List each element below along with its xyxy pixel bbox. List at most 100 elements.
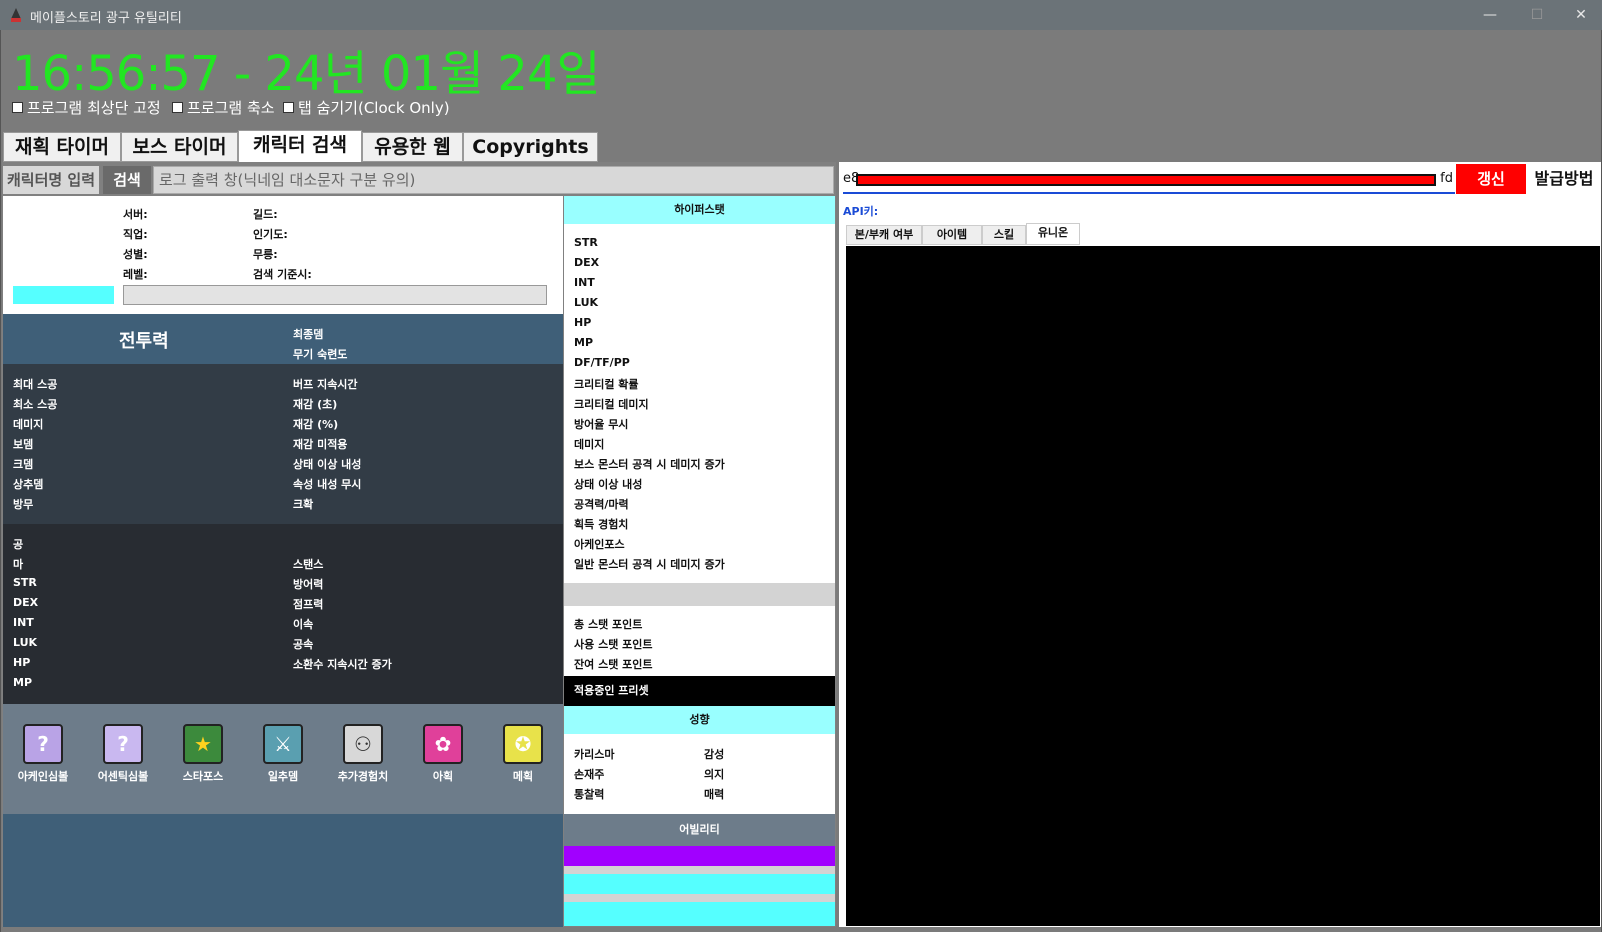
server-label: 서버: (123, 208, 148, 221)
stat-points-item: 총 스탯 포인트 (574, 618, 643, 631)
stat-points-item: 사용 스탯 포인트 (574, 638, 653, 651)
active-preset-bar: 적용중인 프리셋 (564, 676, 835, 706)
drop-icon[interactable]: ✿ (423, 724, 463, 764)
stat-label: MP (13, 676, 33, 689)
hyper-stat-item: 아케인포스 (574, 538, 625, 551)
redacted-key-bar (856, 174, 1436, 186)
starforce-icon[interactable]: ★ (183, 724, 223, 764)
log-output: 로그 출력 창(닉네임 대소문자 구분 유의) (153, 166, 834, 194)
stat-label: LUK (13, 636, 38, 649)
authentic-symbol-icon[interactable]: ? (103, 724, 143, 764)
hide-tabs-checkbox[interactable]: 탭 숨기기(Clock Only) (283, 97, 450, 118)
middle-divider (564, 583, 835, 606)
how-to-issue-button[interactable]: 발급방법 (1527, 164, 1601, 194)
hyper-stat-item: 방어율 무시 (574, 418, 629, 431)
checkbox-box[interactable] (283, 102, 294, 113)
tab-boss-timer[interactable]: 보스 타이머 (121, 132, 238, 162)
sword-icon[interactable]: ⚔ (263, 724, 303, 764)
hyper-stat-item: 크리티컬 데미지 (574, 398, 649, 411)
stat-label: 공 (13, 538, 24, 551)
basic-stats-panel (3, 524, 563, 704)
stat-label: 상태 이상 내성 (293, 458, 362, 471)
tab-main-sub-character[interactable]: 본/부캐 여부 (846, 225, 922, 245)
ability-line-2 (564, 874, 835, 894)
job-label: 직업: (123, 228, 148, 241)
stat-label: 재감 (%) (293, 418, 339, 431)
stat-label: 크뎀 (13, 458, 34, 471)
stat-label: 속성 내성 무시 (293, 478, 362, 491)
stat-label: 스탠스 (293, 558, 324, 571)
checkbox-box[interactable] (12, 102, 23, 113)
stat-label: 소환수 지속시간 증가 (293, 658, 392, 671)
clock-display: 16:56:57 - 24년 01월 24일 (12, 46, 601, 102)
checkbox-box[interactable] (172, 102, 183, 113)
shrink-label: 프로그램 축소 (187, 99, 275, 117)
hyper-stat-item: LUK (574, 296, 599, 309)
avatar-placeholder (13, 286, 114, 304)
exp-bonus-icon[interactable]: ⚇ (343, 724, 383, 764)
character-name-input[interactable]: 캐릭터명 입력 (3, 166, 99, 194)
meso-label: 메획 (512, 770, 534, 783)
icon-glyph: ? (117, 732, 129, 756)
stat-label: 마 (13, 558, 24, 571)
hyper-stat-item: DF/TF/PP (574, 356, 630, 369)
stat-label: 재감 미적용 (293, 438, 348, 451)
gender-label: 성별: (123, 248, 148, 261)
arcane-symbol-label: 아케인심볼 (17, 770, 69, 783)
tab-useful-web[interactable]: 유용한 웹 (362, 132, 463, 162)
icon-glyph: ★ (194, 732, 212, 756)
tab-items[interactable]: 아이템 (922, 225, 982, 245)
dojang-label: 무릉: (253, 248, 278, 261)
hyper-stat-item: STR (574, 236, 598, 249)
exp-bonus-label: 추가경험치 (337, 770, 389, 783)
api-key-label: API키: (843, 205, 879, 218)
stat-label: 재감 (초) (293, 398, 338, 411)
starforce-label: 스타포스 (182, 770, 224, 783)
hyper-stat-item: 일반 몬스터 공격 시 데미지 증가 (574, 558, 725, 571)
stat-label: 최소 스공 (13, 398, 58, 411)
refresh-button[interactable]: 갱신 (1456, 164, 1526, 194)
final-damage-label: 최종뎀 (293, 328, 324, 341)
popularity-label: 인기도: (253, 228, 288, 241)
stat-label: INT (13, 616, 34, 629)
tab-copyrights[interactable]: Copyrights (463, 132, 598, 162)
title-bar: 메이플스토리 광구 유틸리티 — ☐ ✕ (0, 0, 1602, 30)
meso-icon[interactable]: ✪ (503, 724, 543, 764)
trait-item: 카리스마 (574, 748, 615, 761)
stat-label: 공속 (293, 638, 314, 651)
close-button[interactable]: ✕ (1558, 4, 1602, 26)
stat-label: 상추뎀 (13, 478, 44, 491)
icon-glyph: ⚇ (354, 732, 372, 756)
tab-skills[interactable]: 스킬 (982, 225, 1026, 245)
trait-item: 통찰력 (574, 788, 605, 801)
hyper-stat-item: MP (574, 336, 594, 349)
maximize-button[interactable]: ☐ (1514, 4, 1560, 26)
icon-glyph: ✪ (514, 732, 532, 756)
stat-label: 방어력 (293, 578, 324, 591)
left-bottom-panel (3, 814, 563, 927)
sword-label: 일추뎀 (267, 770, 299, 783)
trait-item: 감성 (704, 748, 725, 761)
arcane-symbol-icon[interactable]: ? (23, 724, 63, 764)
guild-label: 길드: (253, 208, 278, 221)
stat-label: 크확 (293, 498, 314, 511)
tab-farming-timer[interactable]: 재획 타이머 (3, 132, 121, 162)
minimize-button[interactable]: — (1467, 4, 1513, 26)
icon-glyph: ✿ (434, 732, 452, 756)
tab-character-search[interactable]: 캐릭터 검색 (238, 130, 362, 162)
always-on-top-checkbox[interactable]: 프로그램 최상단 고정 (12, 97, 161, 118)
hyper-stat-item: INT (574, 276, 595, 289)
ability-header: 어빌리티 (564, 814, 835, 846)
tab-union[interactable]: 유니온 (1026, 223, 1080, 245)
authentic-symbol-label: 어센틱심볼 (97, 770, 149, 783)
traits-header: 성향 (564, 706, 835, 734)
app-icon (11, 8, 21, 22)
search-time-label: 검색 기준시: (253, 268, 312, 281)
search-button[interactable]: 검색 (103, 166, 151, 194)
stat-points-item: 잔여 스탯 포인트 (574, 658, 653, 671)
stat-label: 방무 (13, 498, 34, 511)
ability-line-3 (564, 902, 835, 926)
weapon-mastery-label: 무기 숙련도 (293, 348, 348, 361)
hyper-stat-item: 크리티컬 확률 (574, 378, 639, 391)
shrink-checkbox[interactable]: 프로그램 축소 (172, 97, 275, 118)
